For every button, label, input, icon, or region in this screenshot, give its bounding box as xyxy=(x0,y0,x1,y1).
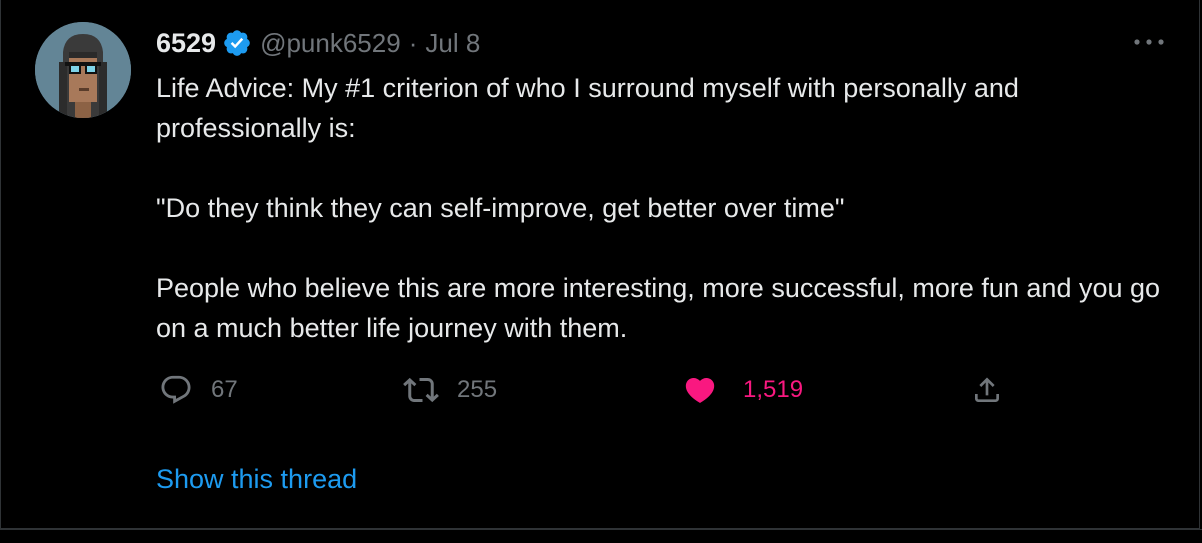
reply-count: 67 xyxy=(211,376,238,403)
next-tweet-divider xyxy=(0,529,1202,543)
tweet-paragraph: People who believe this are more interes… xyxy=(156,273,1161,343)
tweet-paragraph: "Do they think they can self-improve, ge… xyxy=(156,193,845,223)
reply-button[interactable]: 67 xyxy=(159,372,238,408)
verified-badge-icon xyxy=(222,28,252,58)
tweet-text: Life Advice: My #1 criterion of who I su… xyxy=(156,68,1166,348)
reply-bubble-icon xyxy=(159,373,193,407)
retweet-button[interactable]: 255 xyxy=(403,372,497,408)
avatar[interactable] xyxy=(35,22,131,118)
display-name[interactable]: 6529 xyxy=(156,28,216,59)
more-horizontal-icon[interactable] xyxy=(1129,32,1169,52)
share-upload-icon xyxy=(971,374,1003,406)
tweet-card[interactable]: 6529 @punk6529 · Jul 8 Life Advice: My #… xyxy=(0,0,1200,529)
tweet-header: 6529 @punk6529 · Jul 8 xyxy=(156,26,480,60)
user-handle[interactable]: @punk6529 xyxy=(260,28,401,59)
retweet-count: 255 xyxy=(457,376,498,403)
heart-filled-icon xyxy=(683,373,717,407)
like-button[interactable]: 1,519 xyxy=(683,372,803,408)
like-count: 1,519 xyxy=(743,376,804,403)
header-separator: · xyxy=(408,27,418,58)
show-thread-link[interactable]: Show this thread xyxy=(156,464,357,495)
retweet-arrows-icon xyxy=(403,372,439,408)
pixel-punk-avatar-icon xyxy=(35,22,131,118)
tweet-paragraph: Life Advice: My #1 criterion of who I su… xyxy=(156,73,1019,143)
tweet-date[interactable]: Jul 8 xyxy=(425,28,480,59)
share-button[interactable] xyxy=(971,372,1003,408)
